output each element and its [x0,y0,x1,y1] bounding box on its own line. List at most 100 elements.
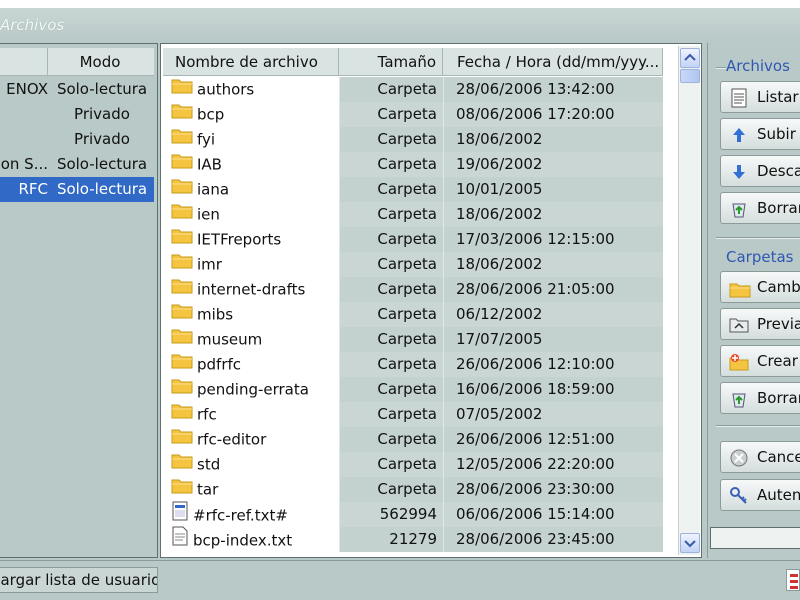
file-date: 18/06/2002 [443,202,663,227]
arrow-down-icon [729,162,749,182]
user-row[interactable]: ENOX Solo-lectura [0,77,154,102]
folder-icon [171,101,193,127]
column-date[interactable]: Fecha / Hora (dd/mm/yyy... [443,48,663,76]
file-name-cell: rfc [163,402,339,427]
scroll-thumb[interactable] [680,69,700,83]
file-row[interactable]: bcp-index.txt 21279 28/06/2006 23:45:00 [163,526,663,552]
user-name: ion S... [0,155,48,173]
button-label: Borrar [757,199,800,217]
file-row[interactable]: fyi Carpeta 18/06/2002 [163,127,663,152]
file-name: mibs [197,305,234,324]
column-filename[interactable]: Nombre de archivo [163,48,339,76]
status-text: Cargar lista de usuarios [0,571,157,589]
file-date: 17/03/2006 12:15:00 [443,227,663,252]
file-row[interactable]: rfc-editor Carpeta 26/06/2006 12:51:00 [163,427,663,452]
log-icon[interactable] [786,569,800,591]
file-name-cell: ien [163,202,339,227]
chevron-down-icon [684,540,696,548]
file-name: authors [197,80,255,99]
borrar-button[interactable]: Borrar [720,192,800,224]
file-size: Carpeta [339,127,443,152]
file-row[interactable]: internet-drafts Carpeta 28/06/2006 21:05:0… [163,277,663,302]
button-label: Autenticar [757,486,800,504]
file-size: Carpeta [339,277,443,302]
listar-button[interactable]: Listar [720,81,800,113]
file-name-cell: IAB [163,152,339,177]
list-icon [729,88,749,108]
file-row[interactable]: #rfc-ref.txt# 562994 06/06/2006 15:14:00 [163,501,663,527]
user-row[interactable]: Privado [0,127,154,152]
file-date: 28/06/2006 23:30:00 [443,477,663,502]
user-row[interactable]: Privado [0,102,154,127]
button-label: Subir [757,125,796,143]
status-bar: Cargar lista de usuarios [0,560,800,600]
file-row[interactable]: bcp Carpeta 08/06/2006 17:20:00 [163,102,663,127]
descargar-button[interactable]: Descargar [720,155,800,187]
file-list[interactable]: Nombre de archivo Tamaño Fecha / Hora (d… [160,43,702,558]
group-separator [716,425,800,427]
user-mode: Solo-lectura [56,155,148,173]
file-size: Carpeta [339,427,443,452]
status-load-users[interactable]: Cargar lista de usuarios [0,567,158,593]
file-name: museum [197,330,263,349]
users-column-name[interactable] [0,48,48,76]
vertical-scrollbar[interactable] [678,46,700,555]
column-size[interactable]: Tamaño [339,48,443,76]
file-row[interactable]: pending-errata Carpeta 16/06/2006 18:59:00 [163,377,663,402]
file-size: Carpeta [339,202,443,227]
file-row[interactable]: IAB Carpeta 19/06/2002 [163,152,663,177]
file-name-cell: #rfc-ref.txt# [163,501,339,527]
file-date: 17/07/2005 [443,327,663,352]
group-separator [716,237,800,239]
user-row[interactable]: RFC Solo-lectura [0,177,154,202]
scroll-down-button[interactable] [680,533,700,553]
file-row[interactable]: tar Carpeta 28/06/2006 23:30:00 [163,477,663,502]
subir-button[interactable]: Subir [720,118,800,150]
file-row[interactable]: IETFreports Carpeta 17/03/2006 12:15:00 [163,227,663,252]
file-row[interactable]: imr Carpeta 18/06/2002 [163,252,663,277]
previa-button[interactable]: Previa [720,308,800,340]
file-size: Carpeta [339,327,443,352]
file-row[interactable]: museum Carpeta 17/07/2005 [163,327,663,352]
file-size: Carpeta [339,77,443,102]
user-row[interactable]: ion S... Solo-lectura [0,152,154,177]
file-date: 07/05/2002 [443,402,663,427]
file-size: Carpeta [339,177,443,202]
user-mode: Solo-lectura [56,180,148,198]
file-row[interactable]: std Carpeta 12/05/2006 22:20:00 [163,452,663,477]
folder-icon [171,326,193,352]
user-mode: Privado [74,130,130,148]
file-date: 19/06/2002 [443,152,663,177]
file-size: Carpeta [339,152,443,177]
file-size: Carpeta [339,402,443,427]
file-name-cell: std [163,452,339,477]
file-row[interactable]: iana Carpeta 10/01/2005 [163,177,663,202]
file-row[interactable]: rfc Carpeta 07/05/2002 [163,402,663,427]
cancelar-button[interactable]: Cancelar [720,441,800,473]
users-column-mode[interactable]: Modo [48,48,152,76]
file-row[interactable]: mibs Carpeta 06/12/2002 [163,302,663,327]
file-name: pdfrfc [197,355,242,374]
file-name-cell: rfc-editor [163,427,339,452]
scroll-up-button[interactable] [680,48,700,68]
crear-button[interactable]: Crear [720,345,800,377]
file-date: 06/06/2006 15:14:00 [443,502,663,527]
autenticar-button[interactable]: Autenticar [720,479,800,511]
file-row[interactable]: pdfrfc Carpeta 26/06/2006 12:10:00 [163,352,663,377]
users-list[interactable]: Modo ENOX Solo-lectura Privado Privado ion S… [0,43,158,558]
file-size: Carpeta [339,452,443,477]
file-name: IETFreports [197,230,282,249]
file-size: 562994 [339,502,443,527]
recycle-bin-icon [729,389,749,409]
borrar-button[interactable]: Borrar [720,382,800,414]
file-row[interactable]: authors Carpeta 28/06/2006 13:42:00 [163,77,663,102]
file-name-cell: IETFreports [163,227,339,252]
file-name-cell: mibs [163,302,339,327]
keys-icon [729,486,749,506]
cambiar-button[interactable]: Cambiar [720,271,800,303]
file-size: Carpeta [339,227,443,252]
file-row[interactable]: ien Carpeta 18/06/2002 [163,202,663,227]
progress-bar [710,527,800,549]
file-name: imr [197,255,222,274]
folder-icon [171,351,193,377]
